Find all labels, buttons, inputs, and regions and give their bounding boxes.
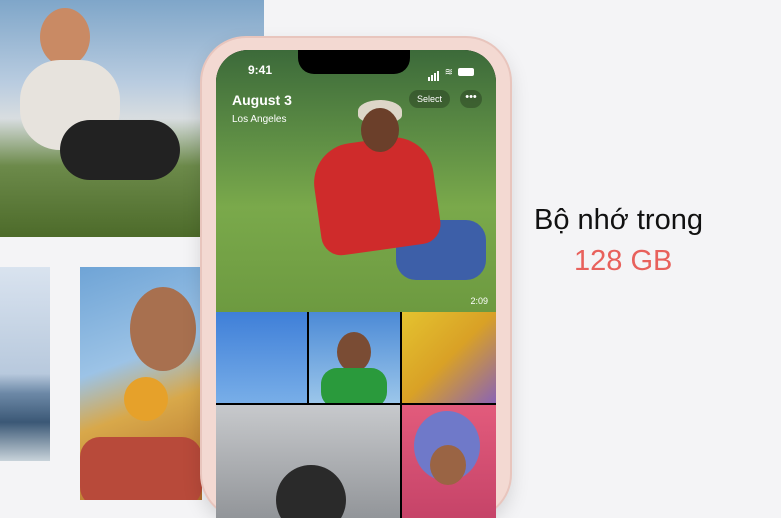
photo-figure <box>40 8 90 66</box>
more-button[interactable]: ••• <box>460 90 482 108</box>
hero-photo[interactable] <box>216 50 496 312</box>
select-button[interactable]: Select <box>408 90 450 108</box>
photo-figure <box>60 120 180 180</box>
photo-thumbnail[interactable] <box>216 312 307 403</box>
iphone-device: 9:41 ≋ August 3 Los Angeles Select ••• 2… <box>202 38 510 518</box>
photo-figure <box>80 437 202 500</box>
photo-card-woman-flower <box>80 267 202 500</box>
photo-figure <box>430 445 466 485</box>
phone-notch <box>298 50 410 74</box>
photo-figure <box>276 465 346 518</box>
battery-icon <box>458 68 474 76</box>
photo-figure <box>124 377 168 421</box>
status-time: 9:41 <box>248 63 273 77</box>
photo-figure <box>337 332 371 372</box>
photo-figure <box>361 108 399 152</box>
signal-icon <box>427 63 440 81</box>
phone-screen: 9:41 ≋ August 3 Los Angeles Select ••• 2… <box>216 50 496 518</box>
photo-figure <box>321 368 387 403</box>
photo-thumbnail[interactable] <box>216 405 400 518</box>
photo-thumbnail[interactable] <box>402 312 496 403</box>
album-location: Los Angeles <box>232 114 287 125</box>
album-title: August 3 <box>232 92 292 108</box>
photo-thumbnail[interactable] <box>309 312 400 403</box>
storage-label: Bộ nhớ trong <box>534 204 703 236</box>
status-icons: ≋ <box>427 63 474 81</box>
storage-value: 128 GB <box>574 245 673 277</box>
wifi-icon: ≋ <box>444 66 453 78</box>
photo-card-city <box>0 267 50 461</box>
photo-figure <box>130 287 196 371</box>
photo-thumbnail[interactable] <box>402 405 496 518</box>
video-duration: 2:09 <box>470 296 488 306</box>
